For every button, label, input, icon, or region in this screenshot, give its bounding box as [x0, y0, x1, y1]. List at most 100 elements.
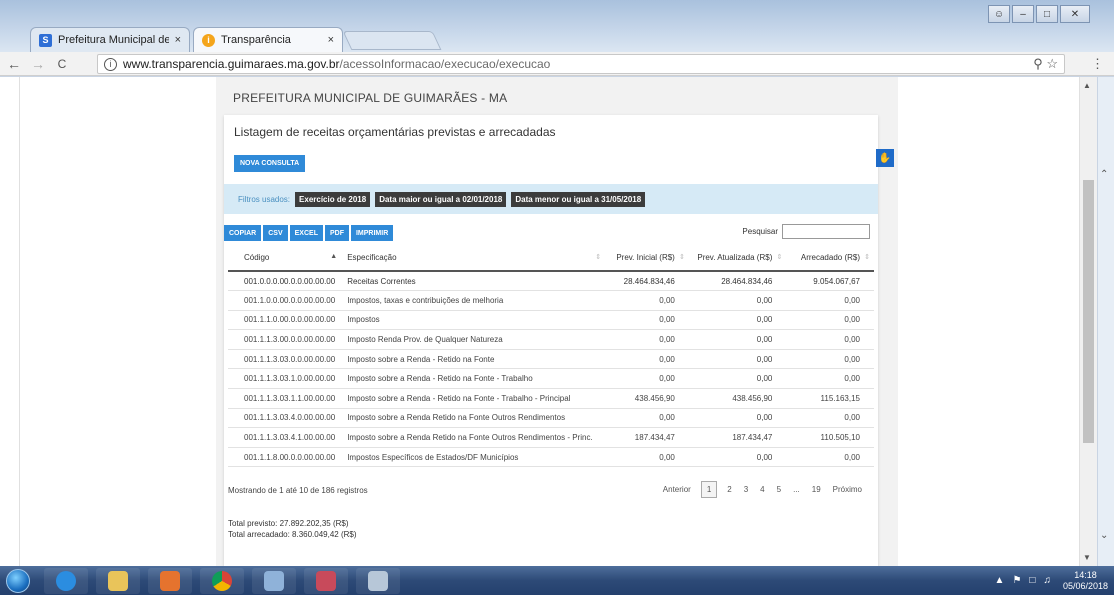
- chevron-down-icon[interactable]: ⌄: [1100, 530, 1108, 541]
- cell-codigo: 001.1.1.0.00.0.0.00.00.00: [228, 310, 342, 331]
- network-icon[interactable]: □: [1029, 575, 1035, 586]
- table-row[interactable]: 001.0.0.0.00.0.0.00.00.00 Receitas Corren…: [228, 271, 874, 292]
- filter-chip: Exercício de 2018: [295, 191, 371, 207]
- table-row[interactable]: 001.1.1.3.03.1.1.00.00.00 Imposto sobre a…: [228, 388, 874, 409]
- column-header-arrecadado[interactable]: Arrecadado (R$) ⇕: [786, 245, 874, 272]
- cell-arrecadado: 0,00: [786, 329, 874, 350]
- cell-codigo: 001.1.0.0.00.0.0.00.00.00: [228, 290, 342, 311]
- close-window-button[interactable]: ✕: [1060, 5, 1090, 23]
- pager-page[interactable]: 5: [771, 485, 787, 494]
- cell-codigo: 001.1.1.3.03.1.0.00.00.00: [228, 368, 342, 390]
- csv-button[interactable]: CSV: [263, 225, 288, 241]
- pager-page[interactable]: 4: [754, 485, 770, 494]
- flag-icon[interactable]: ⚑: [1012, 575, 1021, 586]
- pdf-button[interactable]: PDF: [324, 225, 349, 241]
- tab-prefeitura[interactable]: S Prefeitura Municipal de G ×: [30, 27, 190, 52]
- search-input[interactable]: [782, 224, 870, 239]
- excel-button[interactable]: EXCEL: [289, 225, 323, 241]
- pager-page[interactable]: 2: [721, 485, 737, 494]
- sort-asc-icon: ▲: [330, 253, 338, 260]
- clock[interactable]: 14:18 05/06/2018: [1063, 570, 1108, 592]
- taskbar-app-ie[interactable]: [44, 567, 88, 594]
- table-row[interactable]: 001.1.1.8.00.0.0.00.00.00 Impostos Especí…: [228, 447, 874, 468]
- cell-especificacao: Imposto sobre a Renda - Retido na Fonte …: [341, 368, 606, 390]
- table-row[interactable]: 001.1.1.3.00.0.0.00.00.00 Imposto Renda P…: [228, 329, 874, 350]
- cell-arrecadado: 0,00: [786, 408, 874, 429]
- taskbar-app-explorer[interactable]: [96, 567, 140, 594]
- minimize-button[interactable]: –: [1012, 5, 1034, 23]
- info-icon[interactable]: i: [104, 57, 117, 71]
- ie-icon: [56, 570, 76, 591]
- scrollbar-thumb[interactable]: [1083, 180, 1094, 443]
- user-icon[interactable]: ☺: [988, 5, 1010, 23]
- cell-codigo: 001.1.1.8.00.0.0.00.00.00: [228, 447, 342, 468]
- cell-arrecadado: 0,00: [786, 290, 874, 311]
- table-row[interactable]: 001.1.1.3.03.4.0.00.00.00 Imposto sobre a…: [228, 408, 874, 429]
- star-icon[interactable]: ☆: [1046, 56, 1058, 71]
- scroll-down-icon[interactable]: ▼: [1083, 553, 1091, 562]
- close-tab-icon[interactable]: ×: [175, 34, 181, 46]
- taskbar-app-outlook[interactable]: [148, 567, 192, 594]
- page-scrollbar[interactable]: ▲ ▼: [1079, 77, 1097, 566]
- cell-prev-inicial: 438.456,90: [605, 388, 689, 409]
- close-tab-icon[interactable]: ×: [328, 34, 334, 46]
- column-header-especificacao[interactable]: Especificação ⇕: [341, 245, 606, 272]
- taskbar-app-chrome[interactable]: [200, 567, 244, 594]
- chevron-up-icon[interactable]: ⌃: [1100, 169, 1108, 180]
- cell-prev-inicial: 0,00: [605, 310, 689, 331]
- cell-especificacao: Impostos: [341, 310, 606, 331]
- taskbar-app-paint[interactable]: [252, 567, 296, 594]
- zoom-icon[interactable]: ⚲ ☆: [1033, 56, 1058, 72]
- panel-title: Listagem de receitas orçamentárias previ…: [234, 125, 556, 139]
- pager-page[interactable]: 3: [738, 485, 754, 494]
- cell-prev-inicial: 0,00: [605, 290, 689, 311]
- table-info: Mostrando de 1 até 10 de 186 registros: [228, 486, 368, 495]
- volume-icon[interactable]: ♫: [1043, 575, 1051, 586]
- scroll-up-icon[interactable]: ▲: [1083, 81, 1091, 90]
- column-header-codigo[interactable]: Código ▲: [228, 245, 342, 272]
- new-query-button[interactable]: NOVA CONSULTA: [234, 155, 306, 172]
- menu-kebab-icon[interactable]: ⋮: [1091, 56, 1104, 72]
- reload-button[interactable]: C: [52, 57, 72, 71]
- total-previsto: Total previsto: 27.892.202,35 (R$): [228, 519, 349, 528]
- taskbar-app-calculator[interactable]: [356, 567, 400, 594]
- cell-arrecadado: 110.505,10: [786, 427, 874, 448]
- taskbar-app-snipping[interactable]: [304, 567, 348, 594]
- copy-button[interactable]: COPIAR: [224, 225, 262, 241]
- sort-icon: ⇕: [776, 254, 783, 261]
- windows-taskbar: ▲ ⚑ □ ♫ 14:18 05/06/2018: [0, 566, 1114, 595]
- explorer-icon: [108, 570, 128, 591]
- pager-page[interactable]: 19: [806, 485, 827, 494]
- tab-transparencia[interactable]: i Transparência ×: [193, 27, 343, 52]
- url-path: /acessoInformacao/execucao/execucao: [339, 57, 551, 71]
- cell-prev-inicial: 0,00: [605, 368, 689, 390]
- column-header-prev-atualizada[interactable]: Prev. Atualizada (R$) ⇕: [688, 245, 787, 272]
- table-row[interactable]: 001.1.0.0.00.0.0.00.00.00 Impostos, taxas…: [228, 290, 874, 311]
- cell-prev-inicial: 28.464.834,46: [605, 271, 689, 292]
- cell-especificacao: Impostos Específicos de Estados/DF Munic…: [341, 447, 606, 468]
- filters-bar: Filtros usados: Exercício de 2018 Data m…: [224, 184, 878, 214]
- table-row[interactable]: 001.1.1.0.00.0.0.00.00.00 Impostos 0,00 0,0…: [228, 310, 874, 331]
- cell-prev-atualizada: 0,00: [688, 447, 787, 468]
- maximize-button[interactable]: □: [1036, 5, 1058, 23]
- back-button[interactable]: ←: [4, 56, 24, 72]
- pager-ellipsis: ...: [793, 485, 800, 494]
- table-row[interactable]: 001.1.1.3.03.1.0.00.00.00 Imposto sobre a…: [228, 368, 874, 390]
- table-row[interactable]: 001.1.1.3.03.4.1.00.00.00 Imposto sobre a…: [228, 427, 874, 448]
- start-button[interactable]: [0, 567, 36, 595]
- table-row[interactable]: 001.1.1.3.03.0.0.00.00.00 Imposto sobre a…: [228, 349, 874, 370]
- tray-arrow-icon[interactable]: ▲: [995, 575, 1005, 586]
- cell-prev-inicial: 0,00: [605, 349, 689, 370]
- new-tab-button[interactable]: [342, 31, 442, 50]
- column-header-prev-inicial[interactable]: Prev. Inicial (R$) ⇕: [605, 245, 689, 272]
- pager-page-current[interactable]: 1: [700, 481, 718, 498]
- address-bar[interactable]: i www.transparencia.guimaraes.ma.gov.br /…: [97, 54, 1065, 74]
- cell-prev-atualizada: 0,00: [688, 349, 787, 370]
- cell-codigo: 001.1.1.3.03.1.1.00.00.00: [228, 388, 342, 409]
- accessibility-hand-icon[interactable]: ✋: [876, 149, 894, 167]
- forward-button[interactable]: →: [28, 56, 48, 72]
- pager-next[interactable]: Próximo: [827, 485, 868, 494]
- total-arrecadado: Total arrecadado: 8.360.049,42 (R$): [228, 530, 357, 539]
- print-button[interactable]: IMPRIMIR: [350, 225, 394, 241]
- pager-prev[interactable]: Anterior: [657, 485, 697, 494]
